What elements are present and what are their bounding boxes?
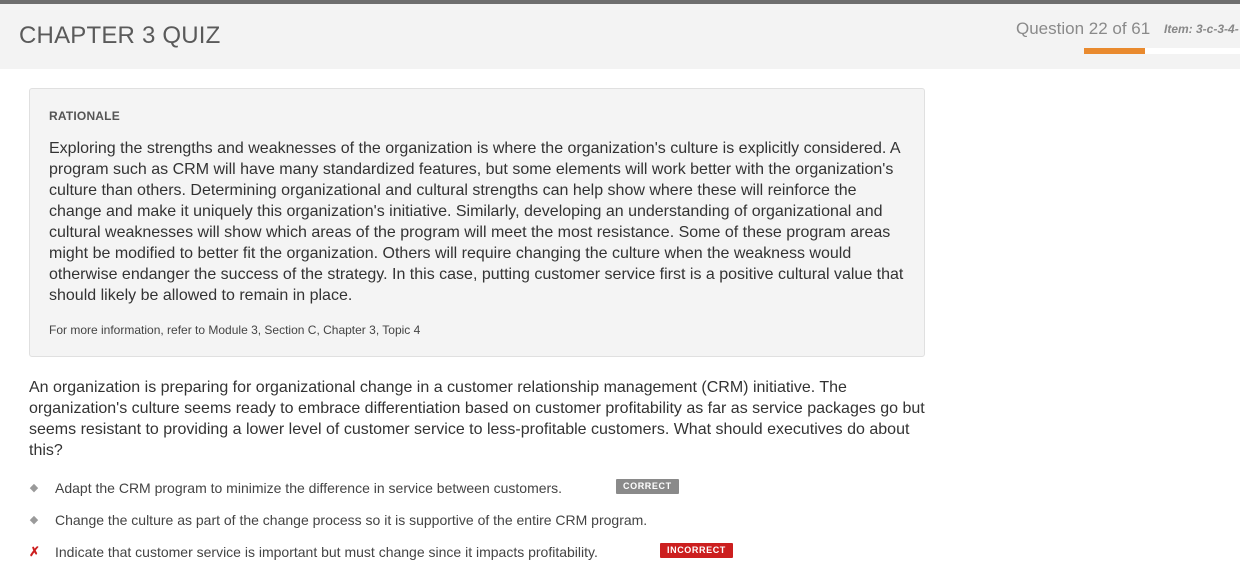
answer-option[interactable]: ✗ Indicate that customer service is impo…	[29, 542, 929, 564]
incorrect-badge: INCORRECT	[660, 543, 733, 558]
rationale-panel: RATIONALE Exploring the strengths and we…	[29, 88, 925, 357]
answer-option[interactable]: ◆ Change the culture as part of the chan…	[29, 510, 929, 532]
rationale-body: Exploring the strengths and weaknesses o…	[49, 140, 904, 304]
question-text: An organization is preparing for organiz…	[29, 379, 925, 459]
rationale-heading: RATIONALE	[49, 109, 120, 123]
diamond-icon: ◆	[29, 482, 39, 494]
answer-text: Adapt the CRM program to minimize the di…	[55, 480, 563, 496]
correct-badge: CORRECT	[616, 479, 679, 494]
quiz-header: CHAPTER 3 QUIZ Question 22 of 61 Item: 3…	[0, 4, 1240, 69]
x-mark-icon: ✗	[29, 544, 40, 559]
progress-fill	[1084, 48, 1146, 54]
answer-text: Indicate that customer service is import…	[55, 544, 598, 560]
page-title: CHAPTER 3 QUIZ	[19, 22, 221, 49]
question-counter: Question 22 of 61	[1016, 19, 1151, 38]
answer-text: Change the culture as part of the change…	[55, 512, 648, 528]
rationale-reference: For more information, refer to Module 3,…	[49, 323, 421, 337]
item-id: Item: 3-c-3-4-	[1164, 22, 1239, 36]
answer-option[interactable]: ◆ Adapt the CRM program to minimize the …	[29, 478, 929, 500]
progress-bar	[1084, 48, 1240, 54]
diamond-icon: ◆	[29, 514, 39, 526]
